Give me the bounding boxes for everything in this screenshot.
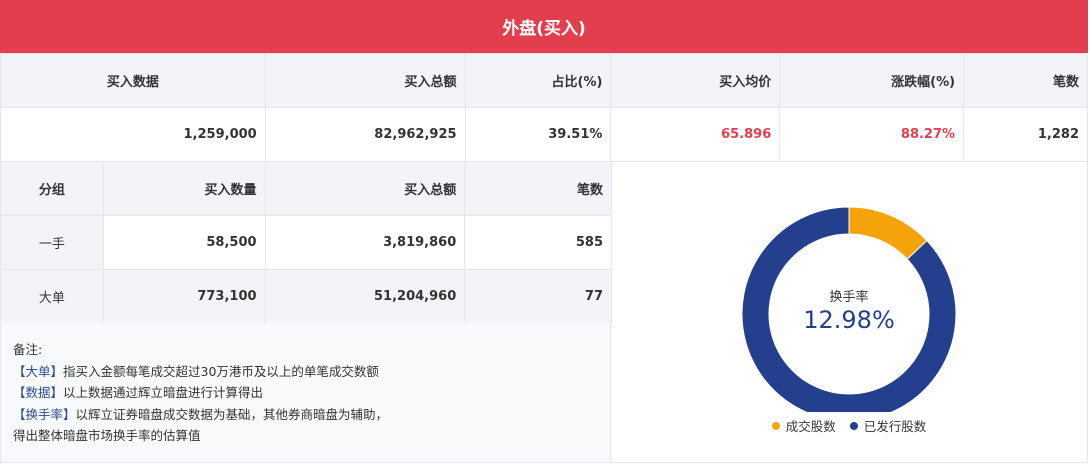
notes-title: 备注:: [13, 342, 43, 357]
donut-center-label: 换手率: [829, 290, 869, 305]
turnover-chart: 换手率 12.98% 成交股数 已发行股数: [611, 161, 1088, 463]
header-ratio: 占比(%): [464, 53, 612, 108]
note-line: 【大单】指买入金额每笔成交超过30万港币及以上的单笔成交数额: [13, 361, 598, 383]
header-change: 涨跌幅(%): [779, 53, 965, 108]
header-avg-price: 买入均价: [610, 53, 781, 108]
value-count: 1,282: [963, 107, 1088, 162]
group-qty: 58,500: [102, 215, 266, 270]
value-ratio: 39.51%: [464, 107, 612, 162]
group-total: 51,204,960: [264, 269, 466, 324]
value-change: 88.27%: [779, 107, 965, 162]
table-row: 一手 58,500 3,819,860 585: [0, 215, 612, 270]
group-qty: 773,100: [102, 269, 266, 324]
group-header-total: 买入总额: [264, 161, 466, 216]
notes-panel: 备注: 【大单】指买入金额每笔成交超过30万港币及以上的单笔成交数额 【数据】以…: [0, 323, 611, 463]
summary-values-row: 1,259,000 82,962,925 39.51% 65.896 88.27…: [0, 107, 1088, 162]
value-buy-total: 82,962,925: [264, 107, 466, 162]
note-tag: 【换手率】: [13, 406, 76, 422]
header-count: 笔数: [963, 53, 1088, 108]
legend-item[interactable]: 已发行股数: [849, 416, 927, 435]
value-avg-price: 65.896: [610, 107, 781, 162]
page-title: 外盘(买入): [0, 0, 1088, 53]
note-tag: 【数据】: [13, 385, 64, 400]
note-tag: 【大单】: [13, 363, 64, 379]
page: 外盘(买入) 买入数据 买入总额 占比(%) 买入均价 涨跌幅(%) 笔数 1,…: [0, 0, 1092, 468]
legend-dot-icon: [771, 421, 780, 430]
donut-center-value: 12.98%: [803, 306, 895, 334]
legend-dot-icon: [849, 421, 858, 430]
legend-item[interactable]: 成交股数: [771, 416, 836, 435]
note-line: 【换手率】以辉立证券暗盘成交数据为基础，其他券商暗盘为辅助，: [13, 404, 598, 426]
summary-header-row: 买入数据 买入总额 占比(%) 买入均价 涨跌幅(%) 笔数: [0, 53, 1088, 108]
group-name: 一手: [0, 215, 104, 270]
note-text: 以辉立证券暗盘成交数据为基础，其他券商暗盘为辅助，: [75, 406, 389, 422]
group-header-count: 笔数: [464, 161, 612, 216]
value-buy-data: 1,259,000: [0, 107, 266, 162]
group-header-group: 分组: [0, 161, 104, 216]
note-line: 【数据】以上数据通过辉立暗盘进行计算得出: [13, 382, 598, 404]
group-name: 大单: [0, 269, 104, 324]
header-buy-data: 买入数据: [0, 53, 266, 108]
note-text: 指买入金额每笔成交超过30万港币及以上的单笔成交数额: [63, 363, 379, 379]
group-header-qty: 买入数量: [102, 161, 266, 216]
group-count: 77: [464, 269, 612, 324]
chart-legend: 成交股数 已发行股数: [611, 416, 1087, 435]
summary-table: 买入数据 买入总额 占比(%) 买入均价 涨跌幅(%) 笔数 1,259,000…: [0, 53, 1088, 162]
legend-label: 已发行股数: [863, 419, 927, 434]
group-table: 分组 买入数量 买入总额 笔数 一手 58,500 3,819,860 585 …: [0, 161, 612, 324]
note-continuation: 得出整体暗盘市场换手率的估算值: [13, 428, 201, 443]
group-count: 585: [464, 215, 612, 270]
group-header-row: 分组 买入数量 买入总额 笔数: [0, 161, 612, 216]
header-buy-total: 买入总额: [264, 53, 466, 108]
table-row: 大单 773,100 51,204,960 77: [0, 269, 612, 324]
legend-label: 成交股数: [785, 419, 836, 434]
group-total: 3,819,860: [264, 215, 466, 270]
note-text: 以上数据通过辉立暗盘进行计算得出: [63, 385, 264, 400]
